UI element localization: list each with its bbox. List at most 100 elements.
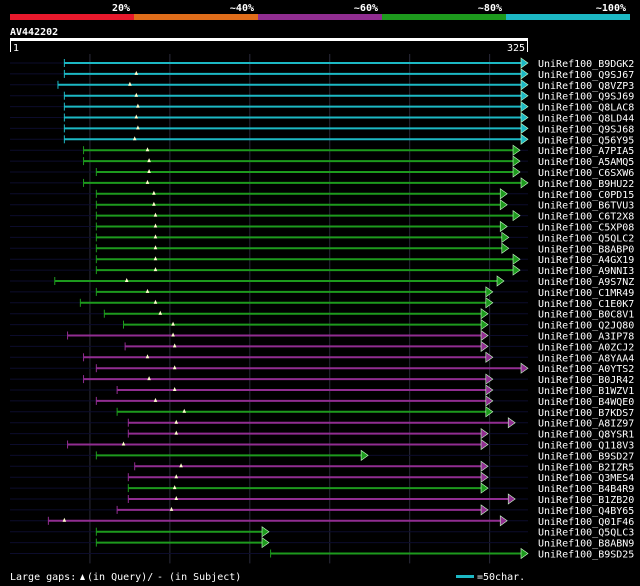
hit-label[interactable]: UniRef100_Q9SJ69 bbox=[538, 92, 634, 103]
hit-label[interactable]: UniRef100_A5AMQ5 bbox=[538, 157, 634, 168]
hit-label[interactable]: UniRef100_C6SXW6 bbox=[538, 168, 634, 179]
footer-in-query: (in Query)/ bbox=[87, 572, 153, 583]
hit-label[interactable]: UniRef100_B6TVU3 bbox=[538, 201, 634, 212]
hit-label[interactable]: UniRef100_Q8LAC8 bbox=[538, 103, 634, 114]
hit-arrow[interactable] bbox=[480, 329, 489, 342]
hit-label[interactable]: UniRef100_Q118V3 bbox=[538, 441, 634, 452]
hit-arrow[interactable] bbox=[512, 210, 521, 222]
hit-arrow[interactable] bbox=[512, 264, 521, 276]
hit-arrow[interactable] bbox=[520, 57, 529, 69]
hit-label[interactable]: UniRef100_B4B4R9 bbox=[538, 484, 634, 495]
hit-label[interactable]: UniRef100_A4GX19 bbox=[538, 255, 634, 266]
hit-label[interactable]: UniRef100_B2IZR5 bbox=[538, 462, 634, 473]
hit-arrow[interactable] bbox=[507, 493, 516, 505]
hit-label[interactable]: UniRef100_Q4BY65 bbox=[538, 506, 634, 517]
hit-arrow[interactable] bbox=[261, 537, 270, 549]
hit-arrow[interactable] bbox=[261, 526, 270, 538]
hit-label[interactable]: UniRef100_Q8LD44 bbox=[538, 114, 634, 125]
hit-label[interactable]: UniRef100_Q8VZP3 bbox=[538, 81, 634, 92]
hit-arrow[interactable] bbox=[499, 220, 508, 233]
gap-marker-legend-icon bbox=[80, 574, 85, 580]
legend-swatch bbox=[134, 14, 258, 20]
hit-label[interactable]: UniRef100_B9SD27 bbox=[538, 451, 634, 462]
hit-arrow[interactable] bbox=[520, 122, 529, 134]
hit-label[interactable]: UniRef100_Q8YSR1 bbox=[538, 430, 634, 441]
legend-swatch bbox=[382, 14, 506, 20]
hit-arrow[interactable] bbox=[520, 133, 529, 145]
legend-swatch bbox=[10, 14, 134, 20]
hit-label[interactable]: UniRef100_B8ABN9 bbox=[538, 539, 634, 550]
hit-arrow[interactable] bbox=[520, 79, 529, 91]
hit-arrow[interactable] bbox=[480, 428, 489, 440]
hit-arrow[interactable] bbox=[512, 155, 521, 167]
hit-label[interactable]: UniRef100_C5XP08 bbox=[538, 223, 634, 234]
hit-arrow[interactable] bbox=[520, 111, 529, 124]
hit-label[interactable]: UniRef100_B4WQE0 bbox=[538, 397, 634, 408]
hit-label[interactable]: UniRef100_A0YTS2 bbox=[538, 364, 634, 375]
hit-label[interactable]: UniRef100_Q56Y95 bbox=[538, 135, 634, 146]
scale-swatch bbox=[456, 575, 474, 578]
hit-label[interactable]: UniRef100_B1WZV1 bbox=[538, 386, 634, 397]
hit-label[interactable]: UniRef100_B8ABP0 bbox=[538, 244, 634, 255]
hit-label[interactable]: UniRef100_A8YAA4 bbox=[538, 353, 634, 364]
hit-arrow[interactable] bbox=[499, 515, 508, 527]
ruler-start-label: 1 bbox=[13, 43, 19, 54]
legend-label: ~60% bbox=[354, 3, 378, 14]
footer-in-subject: - (in Subject) bbox=[157, 572, 241, 583]
hit-arrow[interactable] bbox=[499, 199, 508, 211]
hit-label[interactable]: UniRef100_Q9SJ67 bbox=[538, 70, 634, 81]
legend-swatch bbox=[506, 14, 630, 20]
hit-arrow[interactable] bbox=[496, 275, 505, 287]
hit-arrow[interactable] bbox=[520, 547, 529, 560]
hit-arrow[interactable] bbox=[512, 144, 521, 156]
hit-label[interactable]: UniRef100_A9NNI3 bbox=[538, 266, 634, 277]
hit-arrow[interactable] bbox=[499, 188, 508, 200]
hit-label[interactable]: UniRef100_C1E0K7 bbox=[538, 299, 634, 310]
hit-label[interactable]: UniRef100_B0C8V1 bbox=[538, 310, 634, 321]
hit-label[interactable]: UniRef100_C1MR49 bbox=[538, 288, 634, 299]
hit-arrow[interactable] bbox=[520, 177, 529, 189]
hit-arrow[interactable] bbox=[520, 101, 529, 113]
hit-arrow[interactable] bbox=[480, 340, 489, 352]
hit-arrow[interactable] bbox=[480, 482, 489, 494]
hit-arrow[interactable] bbox=[480, 308, 489, 320]
hit-arrow[interactable] bbox=[507, 417, 516, 429]
hit-label[interactable]: UniRef100_Q3MES4 bbox=[538, 473, 634, 484]
legend-label: ~80% bbox=[478, 3, 502, 14]
hit-arrow[interactable] bbox=[512, 166, 521, 178]
hit-label[interactable]: UniRef100_C6T2X8 bbox=[538, 212, 634, 223]
hit-arrow[interactable] bbox=[520, 68, 529, 80]
footer-gaps-label: Large gaps: bbox=[10, 572, 76, 583]
hit-label[interactable]: UniRef100_Q01F46 bbox=[538, 517, 634, 528]
hit-label[interactable]: UniRef100_A3IP78 bbox=[538, 332, 634, 343]
hit-arrow[interactable] bbox=[480, 504, 489, 516]
hit-label[interactable]: UniRef100_A8IZ97 bbox=[538, 419, 634, 430]
hit-arrow[interactable] bbox=[480, 471, 489, 483]
hit-label[interactable]: UniRef100_A9S7NZ bbox=[538, 277, 634, 288]
hit-arrow[interactable] bbox=[360, 449, 369, 461]
hit-arrow[interactable] bbox=[480, 319, 489, 331]
hit-label[interactable]: UniRef100_B9HU22 bbox=[538, 179, 634, 190]
hit-arrow[interactable] bbox=[512, 253, 521, 265]
hit-label[interactable]: UniRef100_B9DGK2 bbox=[538, 59, 634, 70]
hit-arrow[interactable] bbox=[480, 438, 489, 451]
hit-label[interactable]: UniRef100_Q5QLC2 bbox=[538, 233, 634, 244]
legend-label: ~100% bbox=[596, 3, 626, 14]
hit-arrow[interactable] bbox=[520, 90, 529, 102]
hit-arrow[interactable] bbox=[480, 460, 489, 472]
hit-label[interactable]: UniRef100_A0ZCJ2 bbox=[538, 342, 634, 353]
hit-label[interactable]: UniRef100_C0PD15 bbox=[538, 190, 634, 201]
hit-label[interactable]: UniRef100_B1ZB20 bbox=[538, 495, 634, 506]
hit-label[interactable]: UniRef100_Q2JQ80 bbox=[538, 321, 634, 332]
hit-label[interactable]: UniRef100_A7PIA5 bbox=[538, 146, 634, 157]
hit-arrow[interactable] bbox=[501, 231, 510, 243]
hit-label[interactable]: UniRef100_B9SD25 bbox=[538, 550, 634, 561]
hit-arrow[interactable] bbox=[520, 362, 529, 374]
ruler-end-label: 325 bbox=[507, 43, 525, 54]
hit-label[interactable]: UniRef100_B7KDS7 bbox=[538, 408, 634, 419]
blast-overview: 20% ~40% ~60% ~80% ~100% AV442202 1 325 UniRef10… bbox=[0, 0, 640, 586]
hit-label[interactable]: UniRef100_B0JR42 bbox=[538, 375, 634, 386]
hit-label[interactable]: UniRef100_Q5QLC3 bbox=[538, 528, 634, 539]
hit-label[interactable]: UniRef100_Q9SJ68 bbox=[538, 124, 634, 135]
hit-arrow[interactable] bbox=[501, 242, 510, 254]
